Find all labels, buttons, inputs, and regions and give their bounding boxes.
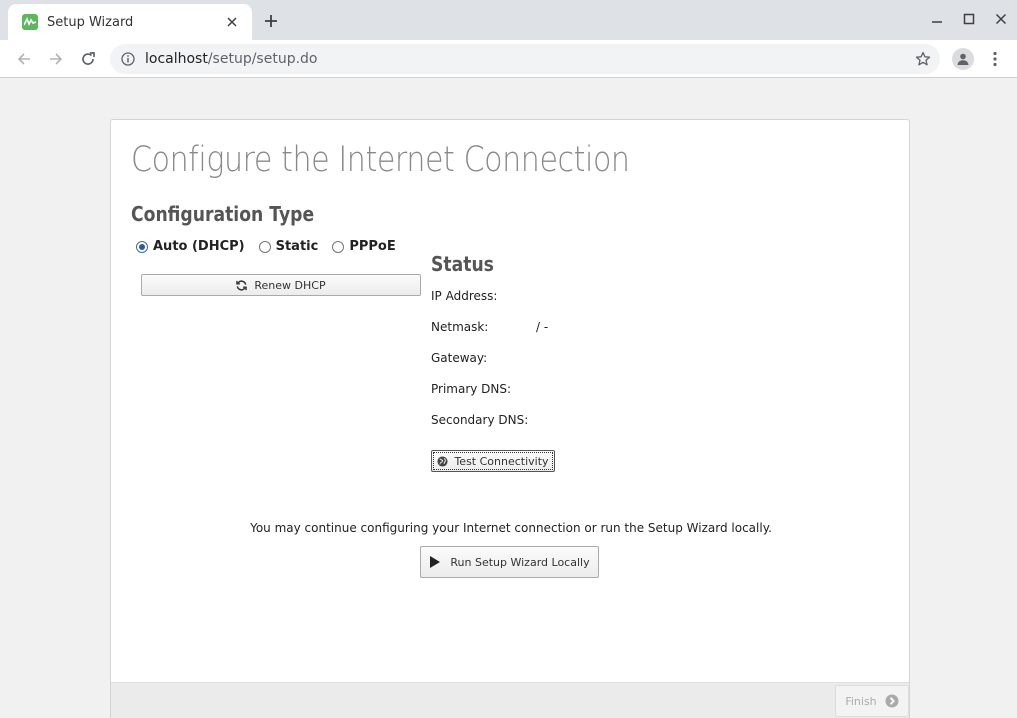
url-text: localhost/setup/setup.do bbox=[145, 51, 318, 67]
radio-pppoe-indicator[interactable] bbox=[332, 240, 345, 253]
netmask-row: Netmask: / - bbox=[431, 320, 548, 334]
netmask-label: Netmask: bbox=[431, 320, 489, 334]
radio-auto-dhcp[interactable]: Auto (DHCP) bbox=[136, 239, 245, 254]
url-host: localhost bbox=[145, 51, 208, 67]
page-title: Configure the Internet Connection bbox=[131, 140, 630, 180]
new-tab-icon[interactable] bbox=[262, 12, 280, 30]
test-connectivity-label: Test Connectivity bbox=[454, 454, 549, 468]
url-path: /setup/setup.do bbox=[207, 51, 318, 67]
ip-address-row: IP Address: bbox=[431, 289, 497, 303]
browser-tab[interactable]: Setup Wizard bbox=[8, 4, 252, 40]
ip-address-label: IP Address: bbox=[431, 289, 498, 303]
config-type-title: Configuration Type bbox=[131, 202, 315, 226]
status-title: Status bbox=[431, 252, 494, 276]
primary-dns-label: Primary DNS: bbox=[431, 382, 512, 396]
tab-close-icon[interactable] bbox=[224, 14, 240, 30]
app-favicon-icon bbox=[22, 14, 38, 30]
renew-dhcp-label: Renew DHCP bbox=[254, 278, 326, 292]
globe-icon bbox=[437, 455, 448, 467]
config-type-options: Auto (DHCP) Static PPPoE bbox=[136, 239, 410, 254]
minimize-icon[interactable] bbox=[927, 10, 947, 28]
gateway-row: Gateway: bbox=[431, 351, 487, 365]
continue-message: You may continue configuring your Intern… bbox=[250, 521, 772, 535]
secondary-dns-label: Secondary DNS: bbox=[431, 413, 529, 427]
browser-toolbar: localhost/setup/setup.do bbox=[0, 40, 1017, 78]
renew-dhcp-button[interactable]: Renew DHCP bbox=[141, 274, 421, 296]
radio-static[interactable]: Static bbox=[258, 239, 319, 254]
profile-avatar-icon[interactable] bbox=[952, 48, 974, 70]
finish-button[interactable]: Finish bbox=[835, 685, 909, 717]
play-icon bbox=[430, 556, 441, 568]
browser-menu-icon[interactable] bbox=[986, 48, 1004, 70]
tab-strip: Setup Wizard bbox=[0, 0, 1017, 40]
run-setup-wizard-locally-button[interactable]: Run Setup Wizard Locally bbox=[420, 546, 599, 578]
maximize-icon[interactable] bbox=[959, 10, 979, 28]
radio-pppoe-label: PPPoE bbox=[349, 239, 396, 254]
site-info-icon[interactable] bbox=[120, 51, 136, 67]
radio-static-indicator[interactable] bbox=[258, 240, 271, 253]
wizard-footer: Finish bbox=[111, 682, 909, 718]
primary-dns-row: Primary DNS: bbox=[431, 382, 511, 396]
wizard-card: Configure the Internet Connection Config… bbox=[110, 119, 910, 718]
bookmark-star-icon[interactable] bbox=[914, 50, 932, 68]
radio-auto-dhcp-label: Auto (DHCP) bbox=[153, 239, 245, 254]
back-icon[interactable] bbox=[13, 48, 35, 70]
secondary-dns-row: Secondary DNS: bbox=[431, 413, 528, 427]
reload-icon[interactable] bbox=[77, 48, 99, 70]
tab-title: Setup Wizard bbox=[47, 14, 134, 30]
netmask-value: / - bbox=[536, 320, 549, 334]
finish-label: Finish bbox=[845, 694, 877, 708]
test-connectivity-button[interactable]: Test Connectivity bbox=[431, 450, 555, 472]
radio-pppoe[interactable]: PPPoE bbox=[332, 239, 396, 254]
forward-icon[interactable] bbox=[45, 48, 67, 70]
gateway-label: Gateway: bbox=[431, 351, 488, 365]
address-bar[interactable]: localhost/setup/setup.do bbox=[110, 44, 940, 74]
run-setup-wizard-locally-label: Run Setup Wizard Locally bbox=[450, 555, 590, 569]
radio-static-label: Static bbox=[275, 239, 319, 254]
refresh-icon bbox=[236, 280, 248, 290]
window-close-icon[interactable] bbox=[991, 10, 1011, 28]
arrow-right-circle-icon bbox=[885, 694, 899, 708]
radio-auto-dhcp-indicator[interactable] bbox=[136, 240, 148, 253]
